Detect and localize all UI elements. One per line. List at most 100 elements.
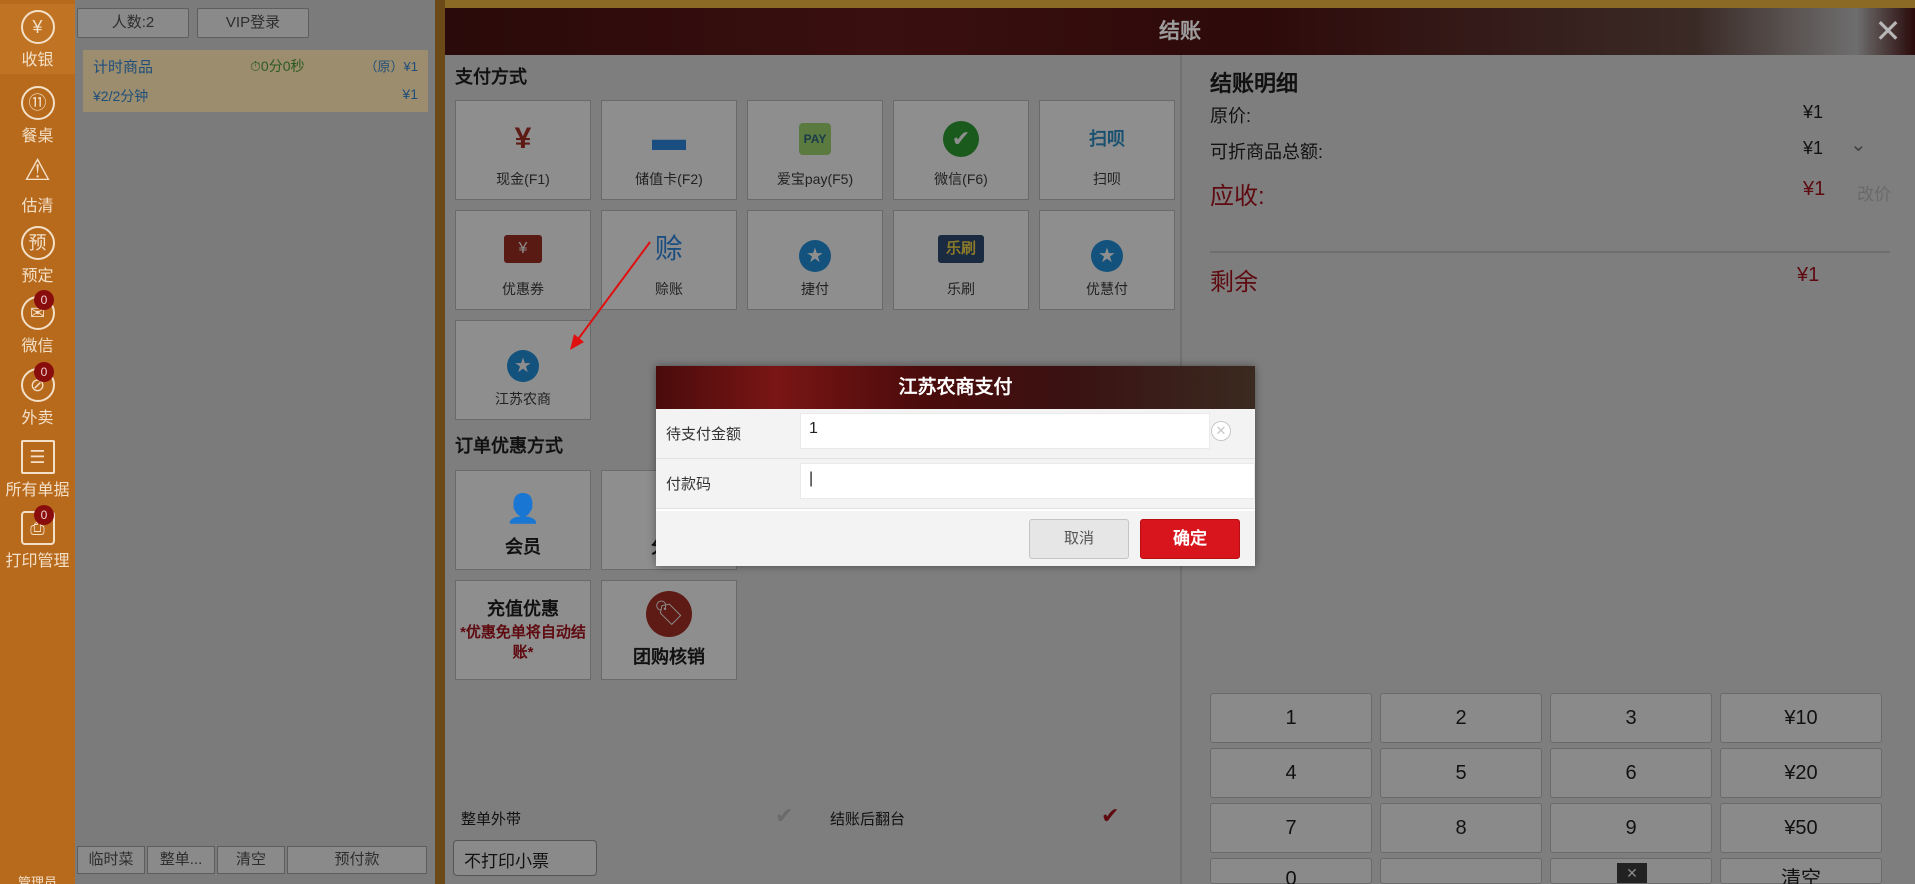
wechat-pay-icon: ✔ <box>943 121 979 157</box>
keypad-20[interactable]: ¥20 <box>1720 748 1882 798</box>
discount-label: 团购核销 <box>633 647 705 667</box>
yen-icon: ¥ <box>20 10 55 44</box>
payment-code-input[interactable]: | <box>800 463 1255 499</box>
pay-method-wechat[interactable]: ✔ 微信(F6) <box>893 100 1029 200</box>
keypad-backspace[interactable]: ✕ <box>1550 858 1712 884</box>
discountable-label: 可折商品总额: <box>1210 142 1324 162</box>
keypad-7[interactable]: 7 <box>1210 803 1372 853</box>
nav-item-takeout[interactable]: ⊘ 外卖 0 <box>0 362 75 432</box>
nav-item-label: 打印管理 <box>5 553 70 570</box>
pay-method-youhuifu[interactable]: ★ 优慧付 <box>1039 210 1175 310</box>
pay-method-jiefu[interactable]: ★ 捷付 <box>747 210 883 310</box>
dialog-title: 江苏农商支付 <box>656 366 1255 409</box>
category-tabs-strip <box>445 0 1915 8</box>
aibaopay-icon: PAY <box>799 123 831 155</box>
order-item-rate: ¥2/2分钟 <box>93 88 149 104</box>
pay-method-cash[interactable]: ¥ 现金(F1) <box>455 100 591 200</box>
keypad-1[interactable]: 1 <box>1210 693 1372 743</box>
pay-method-leshua[interactable]: 乐刷 乐刷 <box>893 210 1029 310</box>
amount-row: 待支付金额 1 ✕ <box>656 409 1255 459</box>
nav-item-label: 收银 <box>21 52 54 69</box>
nav-item-label: 餐桌 <box>21 128 54 145</box>
keypad-50[interactable]: ¥50 <box>1720 803 1882 853</box>
discountable-value: ¥1 <box>1803 138 1824 158</box>
pay-method-label: 微信(F6) <box>934 171 988 187</box>
pay-method-label: 江苏农商 <box>495 391 551 407</box>
chevron-down-icon[interactable]: ⌄ <box>1850 132 1867 157</box>
takeaway-check-icon[interactable]: ✔ <box>775 803 793 829</box>
discount-recharge[interactable]: 充值优惠 *优惠免单将自动结账* <box>455 580 591 680</box>
clear-icon[interactable]: ✕ <box>1211 421 1231 441</box>
flip-table-label: 结账后翻台 <box>830 811 906 828</box>
coupon-icon: ¥ <box>504 235 542 263</box>
annotation-arrow <box>570 241 651 350</box>
close-icon[interactable]: ✕ <box>1871 14 1905 48</box>
order-item-price: （原）¥1 <box>364 59 418 74</box>
pay-method-label: 现金(F1) <box>496 171 550 187</box>
prepay-button[interactable]: 预付款 <box>287 846 427 874</box>
confirm-button[interactable]: 确定 <box>1140 519 1240 559</box>
nav-item-soldout[interactable]: ⚠ 估清 <box>0 150 75 220</box>
remaining-label: 剩余 <box>1210 269 1258 296</box>
order-panel: 人数:2 VIP登录 计时商品 ⏱0分0秒 （原）¥1 ¥2/2分钟 ¥1 临时… <box>75 0 435 884</box>
clear-order-button[interactable]: 清空 <box>217 846 285 874</box>
change-price-button[interactable]: 改价 <box>1857 180 1891 205</box>
nav-item-documents[interactable]: ☰ 所有单据 <box>0 434 75 504</box>
nav-item-label: 所有单据 <box>5 482 70 499</box>
keypad-clear[interactable]: 清空 <box>1720 858 1882 884</box>
star-icon: ★ <box>503 343 543 383</box>
pay-method-label: 捷付 <box>801 281 829 297</box>
flip-table-check-icon[interactable]: ✔ <box>1101 803 1119 829</box>
nav-item-admin[interactable]: 管理员 <box>0 872 75 884</box>
code-row: 付款码 | <box>656 459 1255 509</box>
keypad-dot[interactable] <box>1380 858 1542 884</box>
pay-method-saobei[interactable]: 扫呗 扫呗 <box>1039 100 1175 200</box>
warning-icon: ⚠ <box>24 154 51 187</box>
discount-member[interactable]: 👤 会员 <box>455 470 591 570</box>
cancel-button[interactable]: 取消 <box>1029 519 1129 559</box>
print-option-select[interactable]: 不打印小票 <box>453 840 597 876</box>
nav-item-label: 外卖 <box>21 410 54 427</box>
keypad-9[interactable]: 9 <box>1550 803 1712 853</box>
keypad-4[interactable]: 4 <box>1210 748 1372 798</box>
printer-badge: 0 <box>34 505 54 525</box>
whole-order-button[interactable]: 整单... <box>147 846 215 874</box>
nav-item-label: 估清 <box>21 198 54 215</box>
wechat-badge: 0 <box>34 290 54 310</box>
amount-input[interactable]: 1 <box>800 413 1210 449</box>
payment-dialog: 江苏农商支付 待支付金额 1 ✕ 付款码 | 取消 确定 <box>656 366 1255 566</box>
keypad-0[interactable]: 0 <box>1210 858 1372 884</box>
table-icon: ⑪ <box>20 86 55 120</box>
receivable-value: ¥1 <box>1803 178 1826 200</box>
panel-separator <box>435 0 445 884</box>
documents-icon: ☰ <box>20 440 55 474</box>
keypad-6[interactable]: 6 <box>1550 748 1712 798</box>
side-nav: ¥ 收银 ⑪ 餐桌 ⚠ 估清 预 预定 ✉ 微信 0 ⊘ 外卖 0 ☰ 所有单据… <box>0 0 75 884</box>
nav-item-reserve[interactable]: 预 预定 <box>0 220 75 290</box>
discount-section-title: 订单优惠方式 <box>455 436 563 456</box>
keypad-5[interactable]: 5 <box>1380 748 1542 798</box>
reserve-icon: 预 <box>20 226 55 260</box>
pay-method-stored-card[interactable]: ▬ 储值卡(F2) <box>601 100 737 200</box>
nav-item-printer[interactable]: ⎙ 打印管理 0 <box>0 505 75 575</box>
saobei-icon: 扫呗 <box>1089 129 1125 149</box>
people-count-button[interactable]: 人数:2 <box>77 8 189 38</box>
keypad-3[interactable]: 3 <box>1550 693 1712 743</box>
leshua-icon: 乐刷 <box>938 235 984 263</box>
keypad-10[interactable]: ¥10 <box>1720 693 1882 743</box>
pay-method-aibaopay[interactable]: PAY 爱宝pay(F5) <box>747 100 883 200</box>
detail-separator <box>1210 251 1890 253</box>
discount-groupbuy[interactable]: 🏷 团购核销 <box>601 580 737 680</box>
order-item-total: ¥1 <box>402 86 418 102</box>
member-icon: 👤 <box>505 493 541 524</box>
vip-login-button[interactable]: VIP登录 <box>197 8 309 38</box>
order-item-row[interactable]: 计时商品 ⏱0分0秒 （原）¥1 ¥2/2分钟 ¥1 <box>83 50 428 112</box>
temp-dish-button[interactable]: 临时菜 <box>77 846 145 874</box>
nav-item-tables[interactable]: ⑪ 餐桌 <box>0 80 75 150</box>
discount-label: 会员 <box>505 537 541 557</box>
nav-item-label: 微信 <box>21 338 54 355</box>
keypad-2[interactable]: 2 <box>1380 693 1542 743</box>
keypad-8[interactable]: 8 <box>1380 803 1542 853</box>
nav-item-checkout[interactable]: ¥ 收银 <box>0 4 75 74</box>
nav-item-wechat[interactable]: ✉ 微信 0 <box>0 290 75 360</box>
